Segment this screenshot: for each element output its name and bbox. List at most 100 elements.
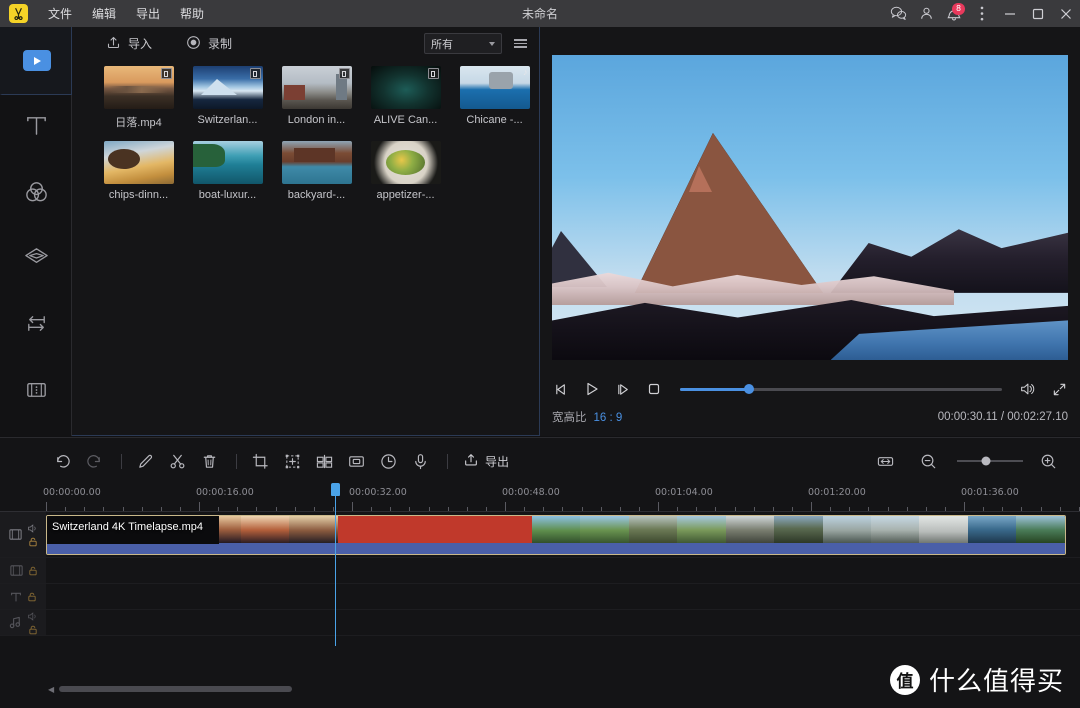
zoom-out-icon[interactable] bbox=[914, 447, 942, 475]
track-header-video-2[interactable] bbox=[0, 558, 46, 583]
film-icon bbox=[8, 527, 23, 542]
fit-to-window-icon[interactable] bbox=[871, 447, 899, 475]
sidebar-item-media[interactable] bbox=[0, 27, 72, 95]
stop-icon[interactable] bbox=[645, 380, 663, 398]
ruler-tick bbox=[448, 507, 449, 511]
sidebar-item-filters[interactable] bbox=[0, 161, 72, 227]
track-lock-icon[interactable] bbox=[28, 566, 38, 576]
track-header-text[interactable] bbox=[0, 584, 46, 609]
picture-in-picture-button[interactable] bbox=[342, 447, 370, 475]
notification-icon[interactable]: 8 bbox=[940, 0, 968, 27]
media-item[interactable]: boat-luxur... bbox=[183, 141, 272, 201]
timeline-zoom-knob[interactable] bbox=[982, 457, 991, 466]
mosaic-button[interactable] bbox=[310, 447, 338, 475]
track-header-video-1[interactable] bbox=[0, 512, 46, 557]
sidebar-item-overlays[interactable] bbox=[0, 227, 72, 293]
media-grid: 日落.mp4 Switzerlan... London in... ALIVE … bbox=[72, 60, 539, 212]
sidebar-item-splitscreen[interactable] bbox=[0, 359, 72, 425]
next-frame-icon[interactable] bbox=[614, 380, 632, 398]
ruler-tick bbox=[237, 507, 238, 511]
timeline-ruler[interactable]: 00:00:00.00 00:00:16.00 00:00:32.00 00:0… bbox=[0, 484, 1080, 512]
track-volume-icon[interactable] bbox=[27, 523, 38, 534]
track-volume-icon[interactable] bbox=[27, 611, 38, 622]
playhead-handle[interactable] bbox=[331, 483, 340, 496]
track-lock-icon[interactable] bbox=[27, 592, 37, 602]
media-item[interactable]: appetizer-... bbox=[361, 141, 450, 201]
wechat-icon[interactable] bbox=[884, 0, 912, 27]
media-item[interactable]: London in... bbox=[272, 66, 361, 130]
timeline-tracks: Switzerland 4K Timelapse.mp4 bbox=[0, 512, 1080, 646]
more-menu-icon[interactable] bbox=[968, 0, 996, 27]
list-view-icon[interactable] bbox=[512, 37, 529, 50]
ruler-tick bbox=[735, 507, 736, 511]
timeline-playhead[interactable] bbox=[335, 484, 336, 646]
progress-knob[interactable] bbox=[744, 384, 754, 394]
video-preview[interactable] bbox=[552, 55, 1068, 360]
account-icon[interactable] bbox=[912, 0, 940, 27]
ruler-tick bbox=[945, 507, 946, 511]
maximize-button[interactable] bbox=[1024, 0, 1052, 27]
split-button[interactable] bbox=[163, 447, 191, 475]
redo-button[interactable] bbox=[80, 447, 108, 475]
minimize-button[interactable] bbox=[996, 0, 1024, 27]
sidebar-item-text[interactable] bbox=[0, 95, 72, 161]
ruler-tick bbox=[868, 507, 869, 511]
toolbar-divider bbox=[121, 454, 122, 469]
sidebar-item-transitions[interactable] bbox=[0, 293, 72, 359]
timeline-panel: 导出 bbox=[0, 437, 1080, 708]
text-track-clips[interactable] bbox=[46, 584, 1080, 609]
media-item[interactable]: 日落.mp4 bbox=[94, 66, 183, 130]
delete-button[interactable] bbox=[195, 447, 223, 475]
track-header-audio[interactable] bbox=[0, 610, 46, 635]
ruler-tick bbox=[620, 507, 621, 511]
play-icon[interactable] bbox=[583, 380, 601, 398]
aspect-ratio-control[interactable]: 宽高比16 : 9 bbox=[552, 409, 622, 425]
scrollbar-thumb[interactable] bbox=[59, 686, 292, 692]
media-item[interactable]: ♪ Chicane -... bbox=[450, 66, 539, 130]
zoom-in-icon[interactable] bbox=[1034, 447, 1062, 475]
voiceover-button[interactable] bbox=[406, 447, 434, 475]
fullscreen-icon[interactable] bbox=[1050, 380, 1068, 398]
ruler-tick bbox=[907, 507, 908, 511]
scroll-left-icon[interactable]: ◀ bbox=[48, 685, 54, 694]
track-lock-icon[interactable] bbox=[28, 537, 38, 547]
close-button[interactable] bbox=[1052, 0, 1080, 27]
audio-track-clips[interactable] bbox=[46, 610, 1080, 635]
crop-button[interactable] bbox=[246, 447, 274, 475]
timeline-export-button[interactable]: 导出 bbox=[457, 448, 515, 475]
ruler-tick bbox=[715, 507, 716, 511]
export-label: 导出 bbox=[485, 453, 509, 470]
timeline-clip[interactable]: Switzerland 4K Timelapse.mp4 bbox=[46, 515, 1066, 555]
import-button[interactable]: 导入 bbox=[100, 31, 158, 57]
edit-button[interactable] bbox=[131, 447, 159, 475]
media-item[interactable]: backyard-... bbox=[272, 141, 361, 201]
previous-frame-icon[interactable] bbox=[552, 380, 570, 398]
speed-button[interactable] bbox=[374, 447, 402, 475]
track-lock-icon[interactable] bbox=[28, 625, 38, 635]
menu-edit[interactable]: 编辑 bbox=[82, 3, 126, 25]
media-item[interactable]: chips-dinn... bbox=[94, 141, 183, 201]
ruler-mark: 00:00:48.00 bbox=[502, 487, 560, 498]
menu-help[interactable]: 帮助 bbox=[170, 3, 214, 25]
timeline-zoom-slider[interactable] bbox=[957, 460, 1023, 462]
menu-file[interactable]: 文件 bbox=[38, 3, 82, 25]
undo-button[interactable] bbox=[48, 447, 76, 475]
volume-icon[interactable] bbox=[1018, 380, 1036, 398]
preview-timecode: 00:00:30.11 / 00:02:27.10 bbox=[938, 411, 1068, 423]
ruler-tick bbox=[696, 507, 697, 511]
ruler-mark: 00:01:20.00 bbox=[808, 487, 866, 498]
preview-progress-slider[interactable] bbox=[680, 388, 1002, 391]
music-icon bbox=[8, 615, 23, 630]
menu-export[interactable]: 导出 bbox=[126, 3, 170, 25]
video-track-2-clips[interactable] bbox=[46, 558, 1080, 583]
media-item[interactable]: Switzerlan... bbox=[183, 66, 272, 130]
media-filter-select[interactable]: 所有 bbox=[424, 33, 502, 54]
ruler-tick bbox=[1021, 507, 1022, 511]
aspect-ratio-value: 16 : 9 bbox=[594, 412, 623, 424]
record-button[interactable]: 录制 bbox=[180, 31, 238, 57]
ruler-mark: 00:01:36.00 bbox=[961, 487, 1019, 498]
app-logo-icon bbox=[9, 4, 28, 23]
media-item[interactable]: ALIVE Can... bbox=[361, 66, 450, 130]
pan-zoom-button[interactable] bbox=[278, 447, 306, 475]
ruler-mark: 00:00:16.00 bbox=[196, 487, 254, 498]
